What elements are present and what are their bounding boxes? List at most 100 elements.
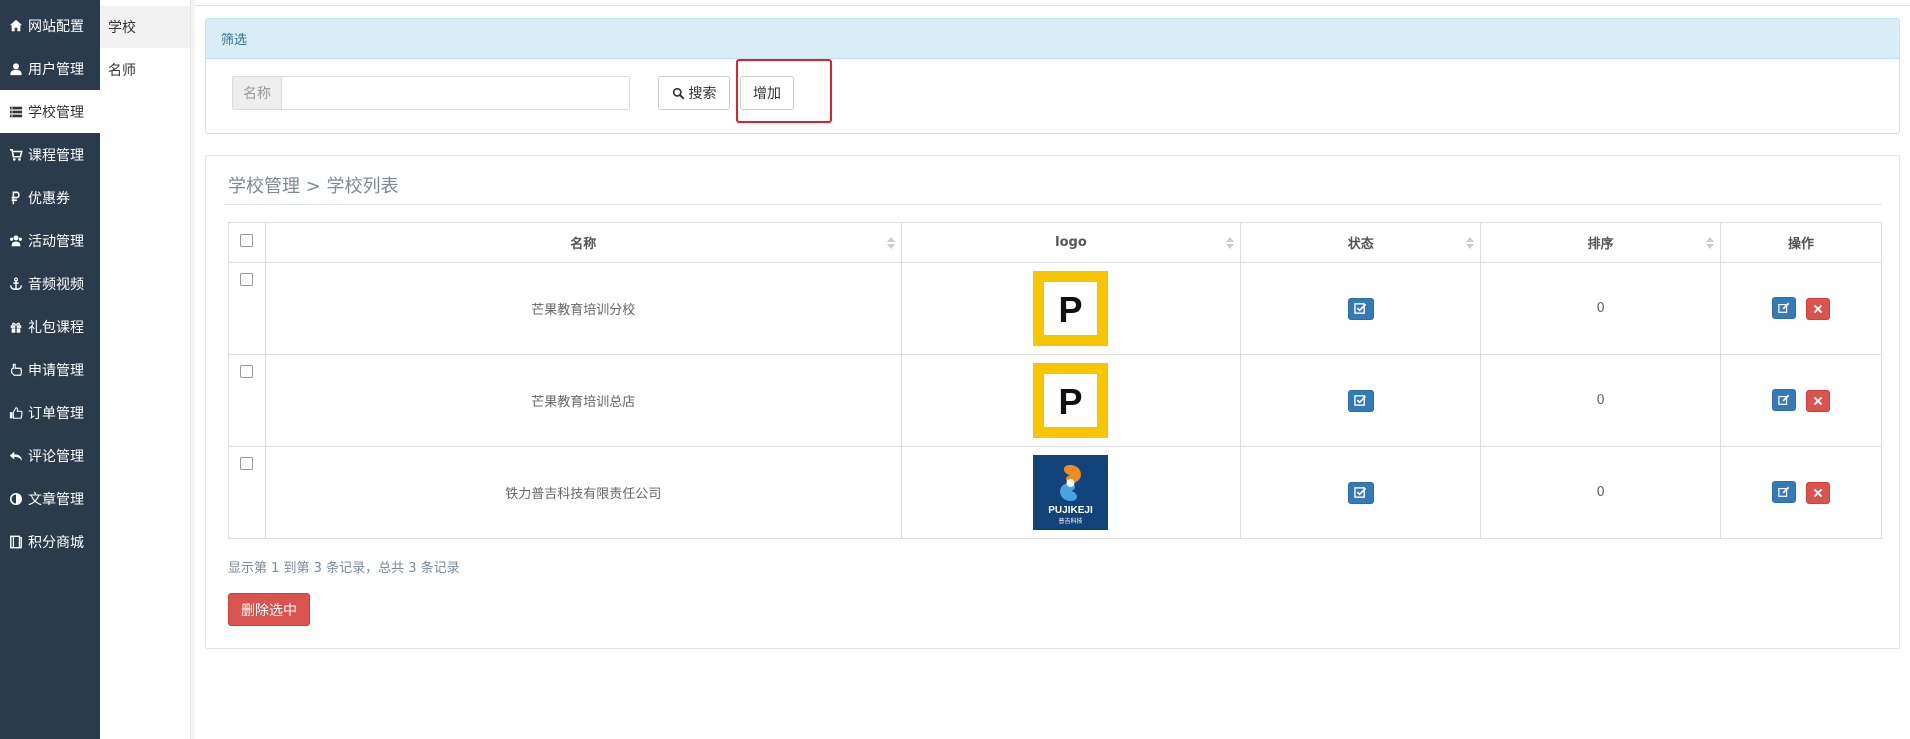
search-button-label: 搜索 [688, 86, 717, 102]
close-icon [1813, 304, 1823, 314]
school-logo-p: P [1033, 363, 1109, 438]
close-icon [1813, 488, 1823, 498]
sidebar-item-events[interactable]: 活动管理 [0, 219, 100, 262]
logo-cell: P [900, 262, 1242, 355]
svg-text:普吉科技: 普吉科技 [1059, 517, 1083, 525]
sidebar-item-label: 用户管理 [28, 61, 84, 78]
row-select-cell [228, 354, 266, 447]
select-all-cell [228, 222, 266, 263]
status-cell [1240, 446, 1482, 539]
sidebar-item-gift-courses[interactable]: 礼包课程 [0, 305, 100, 348]
reply-icon [8, 448, 24, 464]
actions-cell [1720, 262, 1882, 355]
subnav-item-school[interactable]: 学校 [100, 6, 190, 48]
top-divider [195, 0, 1910, 6]
school-logo-p: P [1033, 271, 1109, 346]
delete-button[interactable] [1806, 390, 1831, 412]
status-toggle[interactable] [1347, 389, 1374, 412]
table-row: 铁力普吉科技有限责任公司 PUJIKEJI 普吉科技 0 [228, 446, 1882, 539]
school-table: 名称 logo 状态 排序 操作 芒果教育培训分校 P 0 芒果教育培训总店 P… [228, 222, 1882, 539]
cart-icon [8, 147, 24, 163]
sidebar-item-label: 网站配置 [28, 18, 84, 35]
sidebar-item-schools[interactable]: 学校管理 [0, 90, 100, 133]
edit-button[interactable] [1771, 481, 1796, 503]
sort-icon [886, 237, 895, 249]
sidebar-item-label: 评论管理 [28, 448, 84, 465]
name-filter-input[interactable] [282, 77, 629, 109]
status-toggle[interactable] [1347, 481, 1374, 504]
table-row: 芒果教育培训总店 P 0 [228, 354, 1882, 447]
check-square-icon [1354, 487, 1367, 498]
school-name: 芒果教育培训总店 [264, 354, 902, 447]
delete-button[interactable] [1806, 482, 1831, 504]
svg-text:P: P [1059, 381, 1083, 422]
sidebar-item-applications[interactable]: 申请管理 [0, 348, 100, 391]
add-button[interactable]: 增加 [740, 76, 794, 110]
column-header-sort[interactable]: 排序 [1480, 222, 1722, 263]
column-header-name[interactable]: 名称 [264, 222, 902, 263]
status-toggle[interactable] [1347, 297, 1374, 320]
adjust-icon [8, 491, 24, 507]
row-select-cell [228, 446, 266, 539]
check-square-icon [1354, 395, 1367, 406]
svg-text:P: P [1059, 289, 1083, 330]
sidebar-item-courses[interactable]: 课程管理 [0, 133, 100, 176]
edit-button[interactable] [1771, 389, 1796, 411]
sidebar-item-comments[interactable]: 评论管理 [0, 434, 100, 477]
server-icon [8, 104, 24, 120]
search-icon [672, 87, 689, 100]
sidebar-item-media[interactable]: 音频视频 [0, 262, 100, 305]
home-icon [8, 18, 24, 34]
sidebar-item-label: 活动管理 [28, 233, 84, 250]
school-name: 芒果教育培训分校 [264, 262, 902, 355]
row-checkbox[interactable] [240, 365, 254, 378]
sub-navigation: 学校 名师 [100, 0, 191, 739]
select-all-checkbox[interactable] [240, 234, 254, 247]
user-icon [8, 61, 24, 77]
filter-panel: 筛选 名称 搜索 增加 [205, 18, 1900, 134]
column-header-logo[interactable]: logo [900, 222, 1242, 263]
sidebar-item-orders[interactable]: 订单管理 [0, 391, 100, 434]
subnav-item-label: 学校 [108, 20, 136, 36]
thumbs-up-icon [8, 405, 24, 421]
breadcrumb: 学校管理 > 学校列表 [228, 176, 399, 197]
actions-cell [1720, 354, 1882, 447]
users-icon [8, 233, 24, 249]
column-header-status[interactable]: 状态 [1240, 222, 1482, 263]
row-checkbox[interactable] [240, 273, 254, 286]
anchor-icon [8, 276, 24, 292]
sort-icon [1466, 237, 1475, 249]
delete-button[interactable] [1806, 298, 1831, 320]
sidebar-item-label: 积分商城 [28, 534, 84, 551]
hand-pointer-icon [8, 362, 24, 378]
sort-value: 0 [1480, 446, 1722, 539]
edit-icon [1778, 302, 1790, 313]
delete-selected-button[interactable]: 删除选中 [228, 593, 310, 626]
table-row: 芒果教育培训分校 P 0 [228, 262, 1882, 355]
status-cell [1240, 262, 1482, 355]
subnav-item-famous-teacher[interactable]: 名师 [100, 49, 190, 91]
edit-button[interactable] [1771, 297, 1796, 319]
sort-icon [1226, 237, 1235, 249]
sidebar-item-users[interactable]: 用户管理 [0, 47, 100, 90]
sidebar-item-label: 订单管理 [28, 405, 84, 422]
name-filter-group: 名称 [232, 76, 630, 110]
sidebar-item-articles[interactable]: 文章管理 [0, 477, 100, 520]
sidebar-item-label: 音频视频 [28, 276, 84, 293]
close-icon [1813, 396, 1823, 406]
sidebar-item-site-config[interactable]: 网站配置 [0, 4, 100, 47]
sort-icon [1706, 237, 1715, 249]
logo-cell: P [900, 354, 1242, 447]
sidebar-item-points-mall[interactable]: 积分商城 [0, 520, 100, 563]
ruble-icon [8, 190, 24, 206]
row-checkbox[interactable] [240, 457, 254, 470]
sidebar: 网站配置 用户管理 学校管理 课程管理 优惠券 活动管理 音频视频 礼包课程 申… [0, 0, 100, 739]
table-header-row: 名称 logo 状态 排序 操作 [228, 222, 1882, 263]
status-cell [1240, 354, 1482, 447]
breadcrumb-divider [224, 204, 1882, 205]
sidebar-item-coupons[interactable]: 优惠券 [0, 176, 100, 219]
gift-icon [8, 319, 24, 335]
search-button[interactable]: 搜索 [658, 76, 730, 110]
row-select-cell [228, 262, 266, 355]
main-content: 筛选 名称 搜索 增加 学校管理 > 学校列表 名称 logo 状态 排序 操作… [195, 0, 1910, 739]
